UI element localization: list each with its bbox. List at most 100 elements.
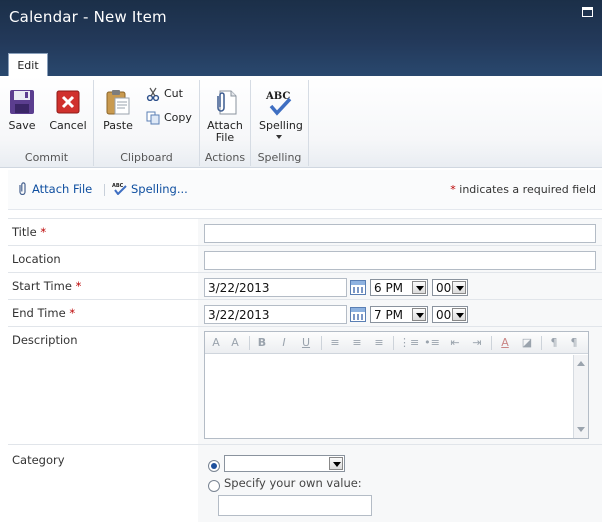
location-field-cell: [198, 246, 602, 272]
copy-button[interactable]: Copy: [146, 110, 192, 126]
location-label: Location: [12, 252, 61, 266]
start-time-field-cell: 3/22/2013 6 PM 00: [198, 273, 602, 299]
end-hour-value: 7 PM: [374, 308, 404, 322]
title-bar: Calendar - New Item Edit: [0, 0, 602, 76]
paste-button[interactable]: Paste: [98, 88, 138, 132]
spelling-link[interactable]: ABC Spelling...: [112, 182, 188, 196]
spelling-dropdown-icon[interactable]: [276, 135, 282, 139]
category-label: Category: [12, 453, 65, 467]
bold-icon[interactable]: B: [255, 335, 269, 351]
category-own-value-radio[interactable]: [208, 480, 220, 492]
start-minute-select[interactable]: 00: [432, 279, 468, 296]
title-input[interactable]: [204, 224, 596, 243]
cancel-button[interactable]: Cancel: [48, 88, 88, 132]
text-color-icon[interactable]: A: [497, 335, 513, 351]
align-left-icon[interactable]: ≡: [327, 335, 343, 351]
start-minute-value: 00: [436, 281, 452, 295]
scroll-up-icon[interactable]: [577, 361, 585, 366]
title-label-text: Title: [12, 225, 37, 239]
end-minute-value: 00: [436, 308, 452, 322]
spelling-label: Spelling: [259, 119, 303, 132]
own-value-input[interactable]: [218, 495, 372, 516]
copy-icon: [146, 111, 160, 125]
outdent-icon[interactable]: ⇤: [447, 335, 463, 351]
left-to-right-icon[interactable]: ¶: [547, 335, 561, 351]
start-hour-select[interactable]: 6 PM: [370, 279, 428, 296]
own-value-label: Specify your own value:: [224, 476, 362, 490]
row-start-time: Start Time * 3/22/2013 6 PM 00: [8, 272, 602, 299]
spelling-check-icon: ABC: [265, 91, 292, 116]
category-select[interactable]: [224, 455, 345, 472]
ribbon-group-commit: Save Cancel Commit: [0, 80, 94, 166]
numbered-list-icon[interactable]: ⋮≡: [399, 335, 419, 351]
form-toolbar: Attach File ABC Spelling... * indicates …: [8, 170, 602, 210]
chevron-down-icon: [412, 281, 426, 294]
background-color-icon[interactable]: ◪: [519, 335, 535, 351]
category-choice-radio[interactable]: [208, 460, 220, 472]
row-location: Location: [8, 245, 602, 272]
maximize-icon[interactable]: [582, 7, 593, 17]
chevron-down-icon: [412, 308, 426, 321]
toolbar-separator: [321, 336, 322, 350]
start-date-input[interactable]: 3/22/2013: [204, 278, 347, 297]
toolbar-separator: [393, 336, 394, 350]
start-time-label: Start Time *: [12, 279, 81, 293]
font-icon[interactable]: A: [209, 335, 223, 351]
description-label: Description: [12, 333, 78, 347]
toolbar-divider: [104, 184, 105, 196]
actions-group-label: Actions: [204, 151, 246, 164]
description-rich-text-editor[interactable]: A A B I U ≡ ≡ ≡ ⋮≡ •≡ ⇤ ⇥ A ◪ ¶ ¶: [204, 331, 589, 439]
location-input[interactable]: [204, 251, 596, 270]
ribbon-group-spelling: ABC Spelling Spelling: [251, 80, 309, 166]
cut-button[interactable]: Cut: [146, 86, 183, 102]
toolbar-separator: [491, 336, 492, 350]
floppy-disk-icon: [10, 90, 34, 114]
indent-icon[interactable]: ⇥: [469, 335, 485, 351]
row-end-time: End Time * 3/22/2013 7 PM 00: [8, 299, 602, 326]
attach-file-link[interactable]: Attach File: [18, 182, 92, 196]
right-to-left-icon[interactable]: ¶: [567, 335, 581, 351]
scroll-down-icon[interactable]: [577, 427, 585, 432]
window-title: Calendar - New Item: [9, 8, 167, 26]
row-title: Title *: [8, 218, 602, 245]
paste-icon: [106, 90, 130, 115]
cancel-label: Cancel: [49, 119, 87, 132]
bullet-list-icon[interactable]: •≡: [423, 335, 441, 351]
toolbar-separator: [541, 336, 542, 350]
description-scrollbar[interactable]: [573, 355, 588, 438]
chevron-down-icon: [329, 457, 343, 470]
italic-icon[interactable]: I: [277, 335, 291, 351]
end-minute-select[interactable]: 00: [432, 306, 468, 323]
end-time-field-cell: 3/22/2013 7 PM 00: [198, 300, 602, 326]
ribbon-group-actions: Attach File Actions: [200, 80, 251, 166]
row-category: Category Specify your own value:: [8, 444, 602, 522]
chevron-down-icon: [452, 308, 466, 321]
end-time-label: End Time *: [12, 306, 75, 320]
start-date-calendar-icon[interactable]: [350, 280, 366, 295]
end-time-label-text: End Time: [12, 306, 66, 320]
required-note-text: indicates a required field: [459, 183, 596, 196]
spelling-button[interactable]: ABC Spelling: [259, 88, 303, 139]
align-center-icon[interactable]: ≡: [349, 335, 365, 351]
start-time-label-text: Start Time: [12, 279, 72, 293]
tab-edit[interactable]: Edit: [8, 53, 48, 76]
attach-file-button[interactable]: Attach File: [205, 88, 245, 144]
ribbon: Save Cancel Commit Paste Cut Copy Clipbo…: [0, 76, 602, 168]
attach-label-line2: File: [215, 131, 235, 144]
align-right-icon[interactable]: ≡: [371, 335, 387, 351]
attach-file-icon: [217, 90, 237, 115]
toolbar-separator: [249, 336, 250, 350]
font-size-icon[interactable]: A: [227, 335, 243, 351]
end-date-input[interactable]: 3/22/2013: [204, 305, 347, 324]
save-button[interactable]: Save: [2, 88, 42, 132]
title-required-star: *: [40, 225, 47, 239]
end-date-calendar-icon[interactable]: [350, 307, 366, 322]
spelling-small-icon-text: ABC: [112, 183, 124, 189]
row-description: Description A A B I U ≡ ≡ ≡ ⋮≡ •≡ ⇤ ⇥ A …: [8, 326, 602, 444]
required-field-note: * indicates a required field: [450, 183, 596, 196]
underline-icon[interactable]: U: [299, 335, 313, 351]
attach-file-link-label: Attach File: [32, 182, 93, 196]
spelling-group-label: Spelling: [257, 151, 302, 164]
end-hour-select[interactable]: 7 PM: [370, 306, 428, 323]
cancel-icon: [56, 90, 80, 114]
